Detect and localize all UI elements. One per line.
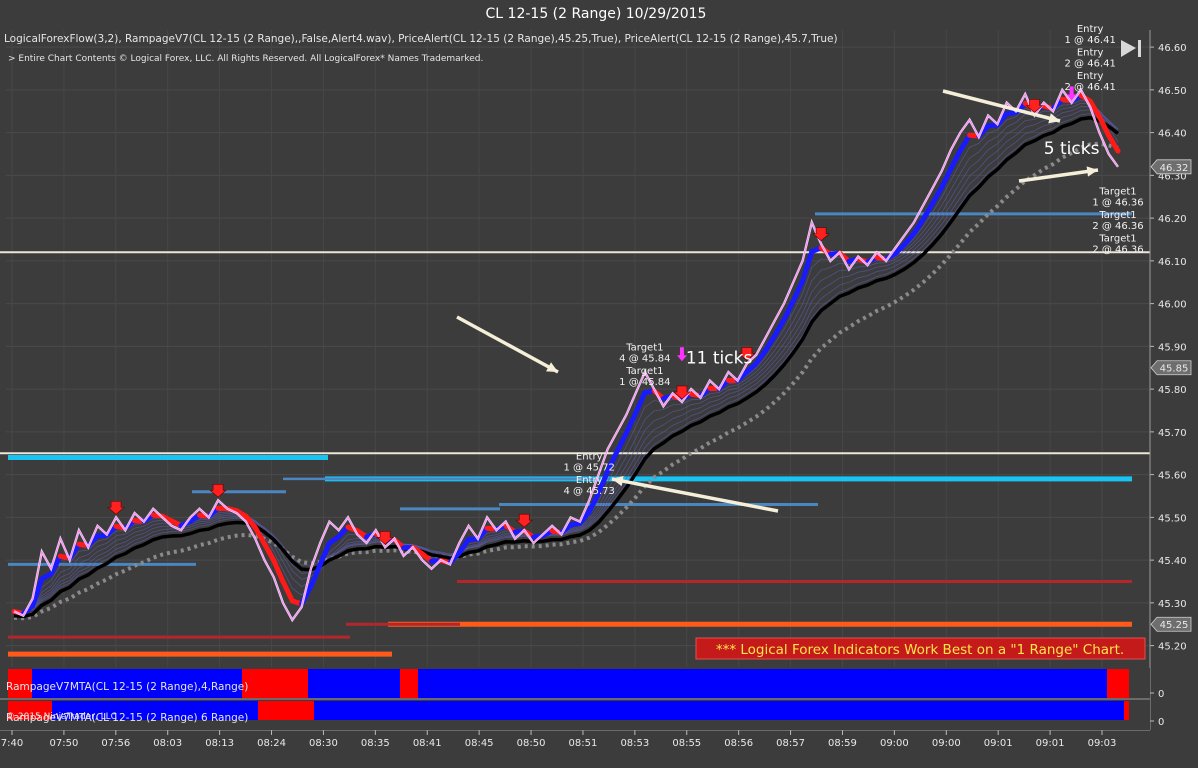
- x-tick-label: 07:56: [101, 738, 130, 749]
- panel2-overlay: © 2015 NinjaTrader, LLC: [6, 712, 117, 722]
- panel2-segment: [1124, 701, 1129, 720]
- panel1-segment: [400, 669, 418, 698]
- y-tick-label: 45.20: [1158, 642, 1187, 653]
- trade-annotation: Entry: [1077, 71, 1104, 82]
- x-tick-label: 08:59: [828, 738, 857, 749]
- trade-annotation: Entry: [1077, 24, 1104, 35]
- chart-title: CL 12-15 (2 Range) 10/29/2015: [486, 6, 707, 22]
- trade-annotation: Target1: [625, 343, 663, 354]
- x-tick-label: 08:51: [569, 738, 598, 749]
- trade-annotation: Target1: [1098, 187, 1136, 198]
- trade-annotation: 2 @ 46.36: [1092, 244, 1143, 255]
- trade-annotation: 4 @ 45.84: [619, 353, 670, 364]
- y-tick-label: 45.40: [1158, 556, 1187, 567]
- panel1-segment: [242, 669, 308, 698]
- x-tick-label: 08:45: [465, 738, 494, 749]
- x-tick-label: 08:57: [776, 738, 805, 749]
- y-tick-label: 46.50: [1158, 86, 1187, 97]
- ticks-annotation: 5 ticks: [1044, 139, 1100, 159]
- x-tick-label: 08:55: [672, 738, 701, 749]
- trade-annotation: 2 @ 46.41: [1064, 82, 1115, 93]
- x-tick-label: 09:00: [932, 738, 961, 749]
- x-tick-label: 08:50: [517, 738, 546, 749]
- panel1-zero: 0: [1158, 689, 1164, 700]
- trade-annotation: 1 @ 46.41: [1064, 35, 1115, 46]
- panel2-segment: [314, 701, 1124, 720]
- x-tick-label: 08:30: [309, 738, 338, 749]
- trade-annotation: 1 @ 45.84: [619, 377, 670, 388]
- trade-annotation: 1 @ 46.36: [1092, 197, 1143, 208]
- panel2-segment: [258, 701, 314, 720]
- price-marker-label: 45.25: [1160, 620, 1189, 631]
- y-tick-label: 46.60: [1158, 43, 1187, 54]
- y-tick-label: 46.40: [1158, 129, 1187, 140]
- y-tick-label: 46.20: [1158, 214, 1187, 225]
- price-marker-label: 45.85: [1160, 364, 1189, 375]
- y-tick-label: 45.60: [1158, 471, 1187, 482]
- trade-annotation: Target1: [625, 366, 663, 377]
- copyright-note: > Entire Chart Contents © Logical Forex,…: [8, 54, 483, 64]
- panel2-zero: 0: [1158, 717, 1164, 728]
- x-tick-label: 08:41: [413, 738, 442, 749]
- x-tick-label: 08:56: [724, 738, 753, 749]
- banner-text: *** Logical Forex Indicators Work Best o…: [716, 642, 1124, 658]
- y-tick-label: 45.80: [1158, 385, 1187, 396]
- price-marker-label: 46.32: [1160, 163, 1189, 174]
- trade-annotation: Target1: [1098, 210, 1136, 221]
- x-tick-label: 09:01: [984, 738, 1013, 749]
- x-tick-label: 08:35: [361, 738, 390, 749]
- y-tick-label: 45.30: [1158, 599, 1187, 610]
- panel1-label: RampageV7MTA(CL 12-15 (2 Range),4,Range): [6, 681, 248, 693]
- x-tick-label: 09:01: [1036, 738, 1065, 749]
- y-tick-label: 46.10: [1158, 257, 1187, 268]
- x-tick-label: 07:50: [49, 738, 78, 749]
- indicator-header: LogicalForexFlow(3,2), RampageV7(CL 12-1…: [4, 33, 838, 45]
- ticks-annotation: 11 ticks: [686, 348, 753, 368]
- x-tick-label: 08:24: [257, 738, 286, 749]
- y-tick-label: 45.70: [1158, 428, 1187, 439]
- trade-annotation: Entry: [576, 475, 603, 486]
- trade-annotation: Entry: [576, 452, 603, 463]
- trade-annotation: Target1: [1098, 234, 1136, 245]
- x-tick-label: 08:53: [620, 738, 649, 749]
- y-tick-label: 45.90: [1158, 342, 1187, 353]
- x-tick-label: 7:40: [1, 738, 23, 749]
- x-tick-label: 09:00: [880, 738, 909, 749]
- trade-annotation: 2 @ 46.36: [1092, 221, 1143, 232]
- panel1-segment: [1107, 669, 1129, 698]
- trade-annotation: 2 @ 46.41: [1064, 58, 1115, 69]
- panel1-segment: [308, 669, 400, 698]
- trade-annotation: Entry: [1077, 48, 1104, 59]
- x-tick-label: 08:13: [205, 738, 234, 749]
- y-tick-label: 46.00: [1158, 300, 1187, 311]
- y-tick-label: 45.50: [1158, 513, 1187, 524]
- panel1-segment: [418, 669, 1107, 698]
- trade-annotation: 1 @ 45.72: [564, 462, 615, 473]
- chart: Target14 @ 45.84Target11 @ 45.8411 ticks…: [0, 0, 1198, 768]
- x-tick-label: 09:03: [1088, 738, 1117, 749]
- x-tick-label: 08:03: [153, 738, 182, 749]
- banner: *** Logical Forex Indicators Work Best o…: [695, 637, 1146, 660]
- trade-annotation: 4 @ 45.73: [564, 486, 615, 497]
